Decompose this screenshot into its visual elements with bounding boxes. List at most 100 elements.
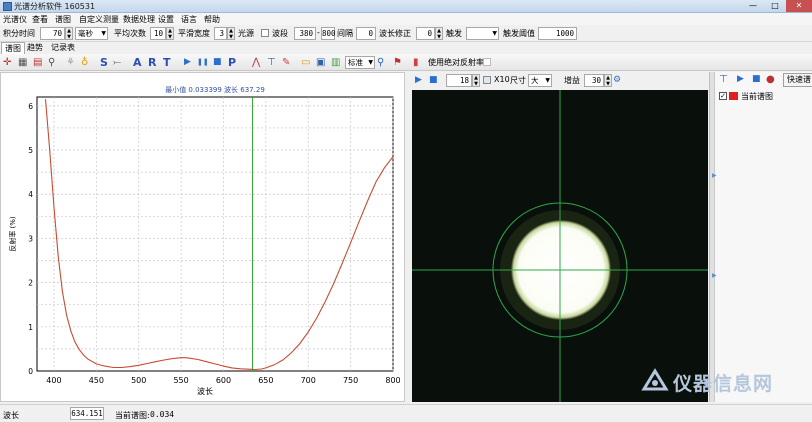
p-button[interactable]: P <box>228 56 236 69</box>
trigger-select[interactable]: ▼ <box>466 27 499 40</box>
filter-icon[interactable]: ⊤ <box>719 73 728 86</box>
absolute-reflectance-checkbox[interactable] <box>483 58 491 66</box>
stop-icon[interactable]: ■ <box>213 56 222 69</box>
torch-icon[interactable]: ⚘ <box>66 56 75 69</box>
y-tick-label: 6 <box>28 102 33 111</box>
gain-field[interactable]: 30 <box>584 74 604 87</box>
folder-icon[interactable]: ▭ <box>301 56 310 69</box>
menu-custom-measure[interactable]: 自定义测量 <box>79 14 119 25</box>
gain-spinner[interactable]: ▲ ▼ <box>604 74 612 87</box>
camera-play-icon[interactable]: ▶ <box>415 74 422 87</box>
wavelength-correction-field[interactable]: 0 <box>416 27 435 40</box>
status-wavelength-label: 波长 <box>3 411 19 420</box>
menu-data-processing[interactable]: 数据处理 <box>123 14 155 25</box>
expand-arrow-icon[interactable]: ▶ <box>712 272 717 279</box>
smooth-width-spinner[interactable]: ▲ ▼ <box>227 27 235 40</box>
mode-select[interactable]: 标准 ▼ <box>345 56 375 69</box>
camera-settings-icon[interactable]: ⚙ <box>613 74 621 87</box>
band-checkbox[interactable] <box>261 29 269 37</box>
menu-language[interactable]: 语言 <box>181 14 197 25</box>
status-current-label: 当前谱图: <box>115 411 150 420</box>
x-axis-label: 波长 <box>197 386 213 396</box>
size-select[interactable]: 大 ▼ <box>528 74 552 87</box>
t-button[interactable]: T <box>163 56 171 69</box>
a-button[interactable]: A <box>133 56 142 69</box>
y-tick-label: 3 <box>28 234 33 243</box>
spectrum-chart-panel: 最小值 0.033399 波长 637.29 0 1 2 3 4 5 6 400 450 500 55… <box>0 72 405 402</box>
chevron-down-icon: ▼ <box>101 30 106 37</box>
search-icon[interactable]: ⚲ <box>377 56 384 69</box>
record-icon[interactable]: ● <box>766 73 775 86</box>
y-tick-label: 5 <box>28 146 33 155</box>
export-icon[interactable]: ▥ <box>331 56 340 69</box>
tab-record-table[interactable]: 记录表 <box>48 42 78 54</box>
calculator-icon[interactable]: ▤ <box>33 56 42 69</box>
trigger-label: 触发 <box>446 29 462 38</box>
lightbulb-icon[interactable]: ♁ <box>81 56 88 69</box>
spectrum-chart[interactable]: 最小值 0.033399 波长 637.29 0 1 2 3 4 5 6 400 450 500 55… <box>1 73 404 401</box>
light-source-label: 光源 <box>238 29 254 38</box>
r-button[interactable]: R <box>148 56 156 69</box>
menu-view[interactable]: 查看 <box>32 14 48 25</box>
integration-unit-select[interactable]: 毫秒 ▼ <box>75 27 108 40</box>
x-tick-label: 550 <box>173 376 188 385</box>
average-field[interactable]: 10 <box>150 27 166 40</box>
zoom-icon[interactable]: ⚲ <box>48 56 55 69</box>
ruler-icon[interactable]: ⊤ <box>267 56 276 69</box>
x10-label: X10 <box>494 75 510 84</box>
gain-label: 增益 <box>564 76 580 85</box>
x-tick-label: 500 <box>131 376 146 385</box>
right-play-icon[interactable]: ▶ <box>737 73 744 86</box>
camera-zoom-field[interactable]: 18 <box>446 74 472 87</box>
camera-view[interactable] <box>412 90 708 402</box>
marker-icon[interactable]: ✎ <box>282 56 290 69</box>
tab-bar: 谱图 趋势 记录表 <box>0 42 812 54</box>
right-stop-icon[interactable]: ■ <box>752 73 761 86</box>
minimize-button[interactable]: — <box>742 0 764 12</box>
menu-spectrum[interactable]: 谱图 <box>55 14 71 25</box>
menu-spectrometer[interactable]: 光谱仪 <box>3 14 27 25</box>
collapse-arrow-icon[interactable]: ▶ <box>712 172 717 179</box>
right-panel: ⊤ ▶ ■ ● 快速谱 ✓ 当前谱图 ▶ ▶ <box>712 72 812 402</box>
play-icon[interactable]: ▶ <box>184 56 191 69</box>
camera-image <box>412 90 708 402</box>
pause-icon[interactable]: ❚❚ <box>197 56 209 69</box>
integration-time-label: 积分时间 <box>3 29 35 38</box>
camera-toolbar: ▶ ■ 18 ▲ ▼ X10 尺寸 大 ▼ 增益 30 ▲ ▼ ⚙ <box>409 72 711 89</box>
camera-zoom-spinner[interactable]: ▲ ▼ <box>472 74 480 87</box>
maximize-button[interactable]: □ <box>764 0 786 12</box>
tab-spectrum[interactable]: 谱图 <box>1 42 25 54</box>
quick-select-button[interactable]: 快速谱 <box>783 73 812 87</box>
interval-field[interactable]: 0 <box>356 27 376 40</box>
tab-trend[interactable]: 趋势 <box>24 42 46 54</box>
x10-checkbox[interactable] <box>483 76 491 84</box>
legend-checkbox[interactable]: ✓ <box>719 92 727 100</box>
wavelength-correction-label: 波长修正 <box>379 29 411 38</box>
smooth-width-field[interactable]: 3 <box>214 27 227 40</box>
integration-time-spinner[interactable]: ▲ ▼ <box>65 27 73 40</box>
x-tick-label: 600 <box>216 376 231 385</box>
close-button[interactable]: ✕ <box>786 0 812 12</box>
s-button[interactable]: S <box>100 56 108 69</box>
size-label: 尺寸 <box>510 76 526 85</box>
wavelength-correction-spinner[interactable]: ▲ ▼ <box>435 27 443 40</box>
camera-stop-icon[interactable]: ■ <box>429 74 438 87</box>
average-spinner[interactable]: ▲ ▼ <box>166 27 174 40</box>
dark-reference-icon[interactable]: ⤚ <box>113 56 121 69</box>
band-end-field[interactable]: 800 <box>321 27 336 40</box>
menu-help[interactable]: 帮助 <box>204 14 220 25</box>
grid-icon[interactable]: ▦ <box>18 56 27 69</box>
menu-settings[interactable]: 设置 <box>158 14 174 25</box>
app-icon <box>3 2 12 11</box>
integration-time-field[interactable]: 70 <box>40 27 65 40</box>
crosshair-icon[interactable]: ✛ <box>3 56 11 69</box>
band-start-field[interactable]: 380 <box>294 27 316 40</box>
x-tick-label: 450 <box>89 376 104 385</box>
x-tick-label: 800 <box>385 376 400 385</box>
peak-icon[interactable]: ⋀ <box>252 56 260 69</box>
pin-icon[interactable]: ⚑ <box>393 56 402 69</box>
color-bars-icon[interactable]: ▮ <box>413 56 419 69</box>
y-axis-label: 反射率 (%) <box>8 216 17 252</box>
save-icon[interactable]: ▣ <box>316 56 325 69</box>
trigger-threshold-field[interactable]: 1000 <box>538 27 577 40</box>
